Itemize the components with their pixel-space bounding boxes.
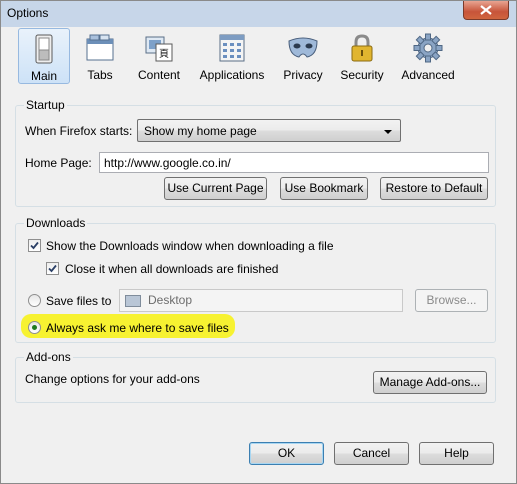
options-window: Options Main Tabs 頁 Content Applications… (0, 0, 517, 484)
title-bar: Options (1, 1, 516, 27)
when-starts-label: When Firefox starts: (25, 124, 133, 138)
tab-label: Applications (199, 68, 265, 82)
tab-label: Security (340, 68, 384, 82)
always-ask-radio[interactable] (28, 321, 41, 334)
ok-button[interactable]: OK (249, 442, 324, 465)
cancel-button[interactable]: Cancel (334, 442, 409, 465)
always-ask-label: Always ask me where to save files (46, 321, 229, 335)
when-starts-value: Show my home page (144, 124, 257, 138)
close-icon (480, 5, 492, 15)
use-current-page-button[interactable]: Use Current Page (164, 177, 267, 200)
tab-applications[interactable]: Applications (194, 28, 270, 84)
window-title: Options (7, 6, 49, 20)
tab-label: Advanced (401, 68, 455, 82)
tab-label: Content (137, 68, 181, 82)
save-files-to-label: Save files to (46, 294, 112, 308)
radio-dot (32, 325, 37, 330)
category-toolbar: Main Tabs 頁 Content Applications Privacy… (1, 27, 516, 85)
tab-main[interactable]: Main (18, 28, 70, 84)
restore-default-button[interactable]: Restore to Default (380, 177, 488, 200)
svg-text:頁: 頁 (159, 48, 169, 60)
save-folder-field[interactable]: Desktop (119, 289, 403, 312)
home-page-value: http://www.google.co.in/ (104, 156, 231, 170)
tab-tabs[interactable]: Tabs (78, 28, 122, 84)
folder-icon (125, 295, 141, 307)
home-page-label: Home Page: (25, 156, 92, 170)
manage-addons-button[interactable]: Manage Add-ons... (373, 371, 487, 394)
close-when-done-label: Close it when all downloads are finished (65, 262, 279, 276)
help-button[interactable]: Help (419, 442, 494, 465)
addons-group-title: Add-ons (24, 350, 73, 364)
gear-icon (413, 33, 443, 63)
show-downloads-label: Show the Downloads window when downloadi… (46, 239, 334, 253)
browse-button[interactable]: Browse... (415, 289, 488, 312)
use-bookmark-button[interactable]: Use Bookmark (280, 177, 368, 200)
show-downloads-checkbox[interactable] (28, 239, 41, 252)
save-folder-value: Desktop (148, 293, 193, 307)
addons-description: Change options for your add-ons (25, 372, 200, 386)
tab-label: Main (30, 69, 57, 83)
save-files-to-radio[interactable] (28, 294, 41, 307)
startup-group-title: Startup (24, 98, 67, 112)
applications-icon (219, 34, 245, 62)
padlock-icon (351, 34, 373, 62)
close-button[interactable] (463, 1, 509, 20)
tab-label: Privacy (283, 68, 323, 82)
switch-icon (35, 34, 53, 64)
tab-label: Tabs (87, 68, 113, 82)
checkmark-icon (48, 264, 57, 273)
checkmark-icon (30, 241, 39, 250)
home-page-input[interactable]: http://www.google.co.in/ (99, 152, 489, 173)
tab-content[interactable]: 頁 Content (132, 28, 186, 84)
tab-security[interactable]: Security (335, 28, 389, 84)
when-starts-dropdown[interactable]: Show my home page (137, 119, 401, 142)
tabs-window-icon (86, 34, 114, 61)
tab-privacy[interactable]: Privacy (279, 28, 327, 84)
downloads-group-title: Downloads (24, 216, 88, 230)
close-when-done-checkbox[interactable] (46, 262, 59, 275)
chevron-down-icon (384, 130, 392, 134)
tab-advanced[interactable]: Advanced (397, 28, 459, 84)
mask-icon (288, 37, 318, 58)
content-icon: 頁 (145, 36, 173, 62)
